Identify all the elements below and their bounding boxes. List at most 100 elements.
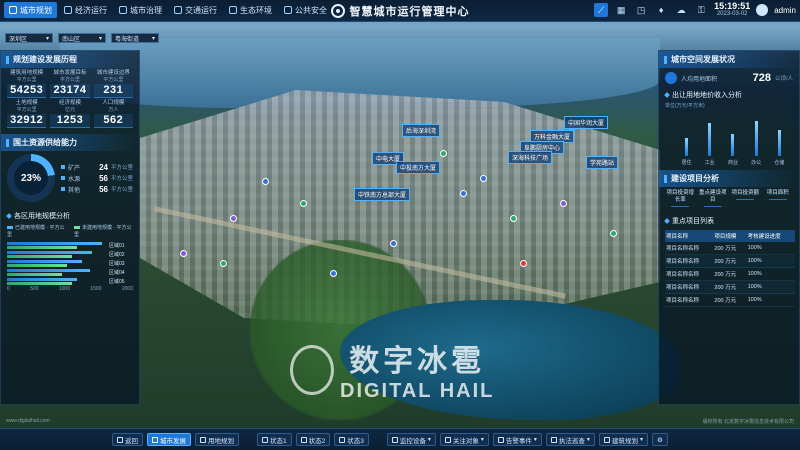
map-pin-icon[interactable] [262, 178, 269, 185]
lock-icon[interactable]: ⚿ [694, 3, 708, 17]
map-label[interactable]: 中铁南方总部大厦 [354, 188, 411, 201]
bell-icon[interactable]: ♦ [654, 3, 668, 17]
table-row[interactable]: 项目名称名称 200 万元 100% [665, 280, 795, 294]
map-pin-icon[interactable] [520, 260, 527, 267]
bar-built[interactable] [7, 269, 90, 272]
button-icon [391, 436, 398, 443]
table-row[interactable]: 项目名称名称 200 万元 100% [665, 242, 795, 255]
button-label: 建筑规划 [611, 437, 638, 445]
table-header-row: 项目名称 项目规模 考核建设进度 [665, 230, 795, 242]
button-label: 城市发展 [160, 437, 186, 445]
map-pin-icon[interactable] [330, 270, 337, 277]
building-plan-button[interactable]: 建筑规划 ▾ [598, 433, 648, 446]
alarm-event-button[interactable]: 告警事件 ▾ [492, 433, 542, 446]
map-pin-icon[interactable] [610, 230, 617, 237]
square-icon [61, 176, 65, 180]
chart-icon[interactable]: ⟋ [594, 3, 609, 17]
table-row[interactable]: 项目名称名称 200 万元 100% [665, 267, 795, 281]
map-pin-icon[interactable] [180, 250, 187, 257]
button-label: 关注对象 [452, 437, 479, 445]
map-label[interactable]: 后海深圳湾 [402, 124, 441, 137]
bar-unbuilt[interactable] [7, 273, 62, 276]
map-pin-icon[interactable] [440, 150, 447, 157]
footer-credits: www.digitalhail.com 版权所有 北京数字冰雹信息技术有限公司 [0, 418, 800, 428]
table-row[interactable]: 项目名称名称 200 万元 100% [665, 254, 795, 268]
city-select[interactable]: 深圳区 ▾ [5, 33, 53, 43]
column-bar[interactable] [708, 123, 712, 156]
clock-date: 2023-03-02 [716, 11, 748, 17]
project-cell[interactable]: 项目面积 [763, 190, 794, 207]
column-bar[interactable] [685, 138, 689, 156]
tab-traffic[interactable]: 交通运行 [169, 2, 222, 18]
supply-block: 23% 矿产 24 平方公里 水源 56 平方公里 其他 56 平方公里 [1, 151, 139, 205]
bar-unbuilt[interactable] [7, 255, 72, 258]
map-pin-icon[interactable] [390, 240, 397, 247]
map-label[interactable]: 中投南方大厦 [396, 161, 441, 174]
map-pin-icon[interactable] [460, 190, 467, 197]
chevron-down-icon: ▾ [480, 437, 484, 443]
header-bar-icon [664, 174, 667, 183]
map-label[interactable]: 深海科技广场 [508, 151, 553, 164]
supply-row: 矿产 24 平方公里 [61, 163, 133, 172]
bar-built[interactable] [7, 260, 82, 263]
legend-label: 未建用地规模 · 平方公里 [74, 225, 132, 238]
table-row[interactable]: 项目名称名称 200 万元 100% [665, 293, 795, 307]
table-header: 项目名称 [665, 230, 714, 242]
subsection-title: 重点项目列表 [672, 218, 714, 225]
safety-icon [284, 6, 292, 14]
bar-built[interactable] [7, 278, 77, 281]
map-pin-icon[interactable] [510, 215, 517, 222]
map-pin-icon[interactable] [220, 260, 227, 267]
map-pin-icon[interactable] [480, 175, 487, 182]
column-bar[interactable] [731, 134, 735, 156]
bar-unbuilt[interactable] [7, 264, 67, 267]
layers-icon[interactable]: ◳ [634, 3, 648, 17]
map-label[interactable]: 学苑路站 [586, 156, 619, 169]
bar-unbuilt[interactable] [7, 282, 72, 285]
username[interactable]: admin [774, 6, 796, 15]
supply-value: 56 [99, 184, 108, 194]
grid-icon[interactable]: ▦ [614, 3, 628, 17]
tab-city-plan[interactable]: 城市规划 [4, 2, 57, 18]
street-select[interactable]: 粤海街道 ▾ [111, 33, 159, 43]
monitor-device-button[interactable]: 监控设备 ▾ [386, 433, 436, 446]
bar-built[interactable] [7, 242, 102, 245]
bar-unbuilt[interactable] [7, 246, 77, 249]
back-button[interactable]: 返回 [112, 433, 143, 446]
tab-economy[interactable]: 经济运行 [59, 2, 112, 18]
subsection-header: 重点项目列表 [659, 214, 799, 228]
state1-button[interactable]: 状态1 [257, 433, 292, 446]
area-stat: 人均用地面积 728 公顷/人 [659, 68, 799, 88]
district-select[interactable]: 南山区 ▾ [58, 33, 106, 43]
project-cell[interactable]: 重点建设项目 [698, 190, 729, 207]
column-bar[interactable] [777, 129, 781, 156]
settings-icon[interactable]: ⚙ [651, 433, 668, 446]
map-pin-icon[interactable] [300, 200, 307, 207]
button-label: 状态1 [270, 437, 287, 445]
map-label[interactable]: 中国华润大厦 [564, 116, 609, 129]
stat-label: 城市建设边界 [96, 70, 130, 76]
patrol-button[interactable]: 执法巡查 ▾ [545, 433, 595, 446]
bar-built[interactable] [7, 251, 92, 254]
avatar[interactable] [756, 4, 769, 16]
bar-track [7, 269, 107, 276]
chevron-down-icon: ▾ [151, 35, 155, 42]
project-cell-label: 项目面积 [766, 190, 789, 196]
clock-time: 15:19:51 [714, 1, 751, 11]
column-bar[interactable] [754, 120, 758, 156]
project-cell[interactable]: 项目投资增长率 [665, 190, 696, 207]
map-pin-icon[interactable] [560, 200, 567, 207]
land-plan-button[interactable]: 用地规划 [195, 433, 239, 446]
city-dev-button[interactable]: 城市发展 [147, 433, 191, 446]
watch-target-button[interactable]: 关注对象 ▾ [439, 433, 489, 446]
map-pin-icon[interactable] [230, 215, 237, 222]
state2-button[interactable]: 状态2 [295, 433, 331, 446]
table-cell: 200 万元 [713, 254, 747, 268]
tab-ecology[interactable]: 生态环境 [224, 2, 277, 18]
subsection-title: 出让用地地价收入分析 [672, 92, 742, 99]
left-panel: 规划建设发展历程 建筑用地规模 平方公里 54253 城市发展目标 平方公里 23174… [0, 50, 140, 405]
state3-button[interactable]: 状态3 [334, 433, 369, 446]
tab-governance[interactable]: 城市治理 [114, 2, 167, 18]
project-cell[interactable]: 项目投资额 [730, 190, 761, 207]
cloud-icon[interactable]: ☁ [674, 3, 688, 17]
